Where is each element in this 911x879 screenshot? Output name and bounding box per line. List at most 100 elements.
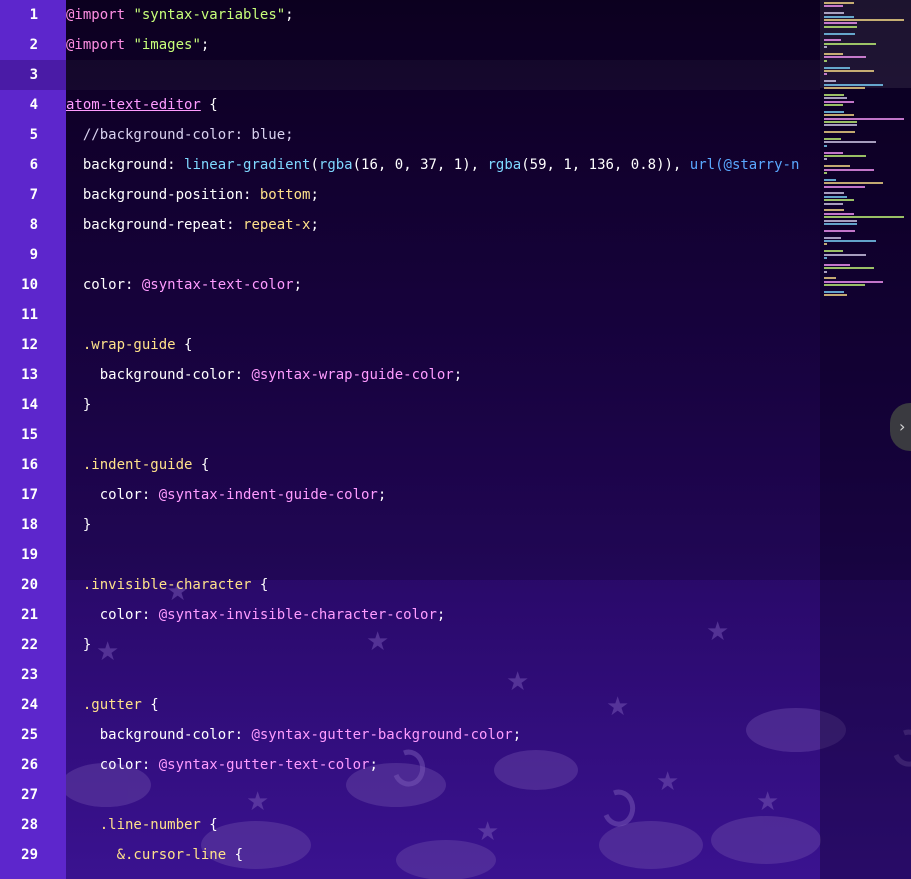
minimap-line <box>824 291 844 293</box>
code-token: { <box>226 847 244 863</box>
text-editor[interactable]: ★ ★ ★ ★ ★ ★ ★ ★ ★ ★ 1 2 3 4 5 6 7 8 9 10 11 12 13 14 1… <box>0 0 911 879</box>
code-token: : <box>125 277 142 293</box>
code-token: background-color <box>66 727 235 743</box>
minimap-line <box>824 66 851 69</box>
minimap-line <box>824 219 857 222</box>
line-number[interactable]: 17 <box>0 480 66 510</box>
line-number[interactable]: 27 <box>0 780 66 810</box>
code-area[interactable]: @import "syntax-variables"; @import "imag… <box>66 0 820 879</box>
line-number[interactable]: 21 <box>0 600 66 630</box>
code-line[interactable]: } <box>66 510 820 540</box>
line-number[interactable]: 20 <box>0 570 66 600</box>
line-number[interactable]: 14 <box>0 390 66 420</box>
line-number[interactable]: 13 <box>0 360 66 390</box>
code-token: 1), <box>453 157 488 173</box>
code-token: repeat-x <box>243 217 311 233</box>
code-line[interactable]: atom-text-editor { <box>66 90 820 120</box>
line-number[interactable]: 4 <box>0 90 66 120</box>
line-number[interactable]: 19 <box>0 540 66 570</box>
line-number[interactable]: 25 <box>0 720 66 750</box>
code-line[interactable]: color: @syntax-invisible-character-color… <box>66 600 820 630</box>
line-number[interactable]: 5 <box>0 120 66 150</box>
code-line[interactable]: color: @syntax-gutter-text-color; <box>66 750 820 780</box>
minimap-line <box>824 46 828 49</box>
code-line[interactable]: .indent-guide { <box>66 450 820 480</box>
minimap-line <box>824 56 866 59</box>
minimap-line <box>824 195 848 198</box>
line-number[interactable]: 8 <box>0 210 66 240</box>
minimap-line <box>824 121 857 123</box>
line-number[interactable]: 10 <box>0 270 66 300</box>
code-token: { <box>175 337 193 353</box>
code-token: ; <box>377 487 387 503</box>
code-token: : <box>141 757 159 773</box>
code-line[interactable]: color: @syntax-text-color; <box>66 270 820 300</box>
minimap-line <box>824 59 828 62</box>
code-line[interactable]: @import "images"; <box>66 30 820 60</box>
line-number[interactable]: 12 <box>0 330 66 360</box>
line-number[interactable]: 11 <box>0 300 66 330</box>
code-line[interactable]: .wrap-guide { <box>66 330 820 360</box>
minimap-line <box>824 216 904 219</box>
code-line[interactable] <box>66 300 820 330</box>
line-number[interactable]: 24 <box>0 690 66 720</box>
code-line[interactable]: &.cursor-line { <box>66 840 820 870</box>
minimap-line <box>824 185 865 188</box>
minimap-line <box>824 144 828 147</box>
code-token: rgba <box>487 157 522 173</box>
code-token: : <box>226 217 244 233</box>
code-line[interactable] <box>66 60 820 90</box>
code-line[interactable] <box>66 240 820 270</box>
line-number[interactable]: 7 <box>0 180 66 210</box>
minimap-line <box>824 25 857 28</box>
code-line[interactable] <box>66 540 820 570</box>
code-line[interactable]: background: linear-gradient(rgba(16, 0, … <box>66 150 820 180</box>
code-line[interactable] <box>66 420 820 450</box>
minimap-line <box>824 253 866 256</box>
code-token: .line-number <box>66 817 201 833</box>
minimap-line <box>824 73 828 76</box>
code-token: ; <box>369 757 378 773</box>
line-number[interactable]: 15 <box>0 420 66 450</box>
code-line[interactable]: .gutter { <box>66 690 820 720</box>
line-number[interactable]: 9 <box>0 240 66 270</box>
line-number[interactable]: 16 <box>0 450 66 480</box>
code-token: ; <box>200 37 210 53</box>
line-number[interactable]: 28 <box>0 810 66 840</box>
code-token: @import <box>66 7 126 23</box>
code-token: rgba <box>318 157 353 173</box>
minimap-line <box>824 70 874 72</box>
code-token: &.cursor-line <box>66 847 227 863</box>
code-line[interactable]: background-position: bottom; <box>66 180 820 210</box>
code-line[interactable] <box>66 660 820 690</box>
code-line[interactable]: } <box>66 390 820 420</box>
line-number[interactable]: 18 <box>0 510 66 540</box>
minimap-line <box>824 5 843 8</box>
minimap-line <box>824 32 855 35</box>
code-line[interactable]: .invisible-character { <box>66 570 820 600</box>
line-number[interactable]: 1 <box>0 0 66 30</box>
code-line[interactable]: @import "syntax-variables"; <box>66 0 820 30</box>
line-number[interactable]: 29 <box>0 840 66 870</box>
line-number[interactable]: 26 <box>0 750 66 780</box>
line-number-gutter[interactable]: 1 2 3 4 5 6 7 8 9 10 11 12 13 14 15 16 17 18 19 20 21 22 23 24 2… <box>0 0 66 879</box>
minimap-line <box>824 110 844 113</box>
line-number[interactable]: 22 <box>0 630 66 660</box>
line-number[interactable]: 3 <box>0 60 66 90</box>
minimap-line <box>824 141 876 144</box>
code-token: ; <box>293 277 303 293</box>
line-number[interactable]: 2 <box>0 30 66 60</box>
code-line[interactable]: background-repeat: repeat-x; <box>66 210 820 240</box>
code-line[interactable]: background-color: @syntax-gutter-backgro… <box>66 720 820 750</box>
minimap-line <box>824 53 843 55</box>
line-number[interactable]: 23 <box>0 660 66 690</box>
minimap-line <box>824 22 857 25</box>
code-line[interactable]: .line-number { <box>66 810 820 840</box>
code-line[interactable] <box>66 780 820 810</box>
code-line[interactable]: background-color: @syntax-wrap-guide-col… <box>66 360 820 390</box>
code-line[interactable]: } <box>66 630 820 660</box>
code-line[interactable]: color: @syntax-indent-guide-color; <box>66 480 820 510</box>
code-line[interactable]: //background-color: blue; <box>66 120 820 150</box>
minimap-line <box>824 151 843 154</box>
line-number[interactable]: 6 <box>0 150 66 180</box>
